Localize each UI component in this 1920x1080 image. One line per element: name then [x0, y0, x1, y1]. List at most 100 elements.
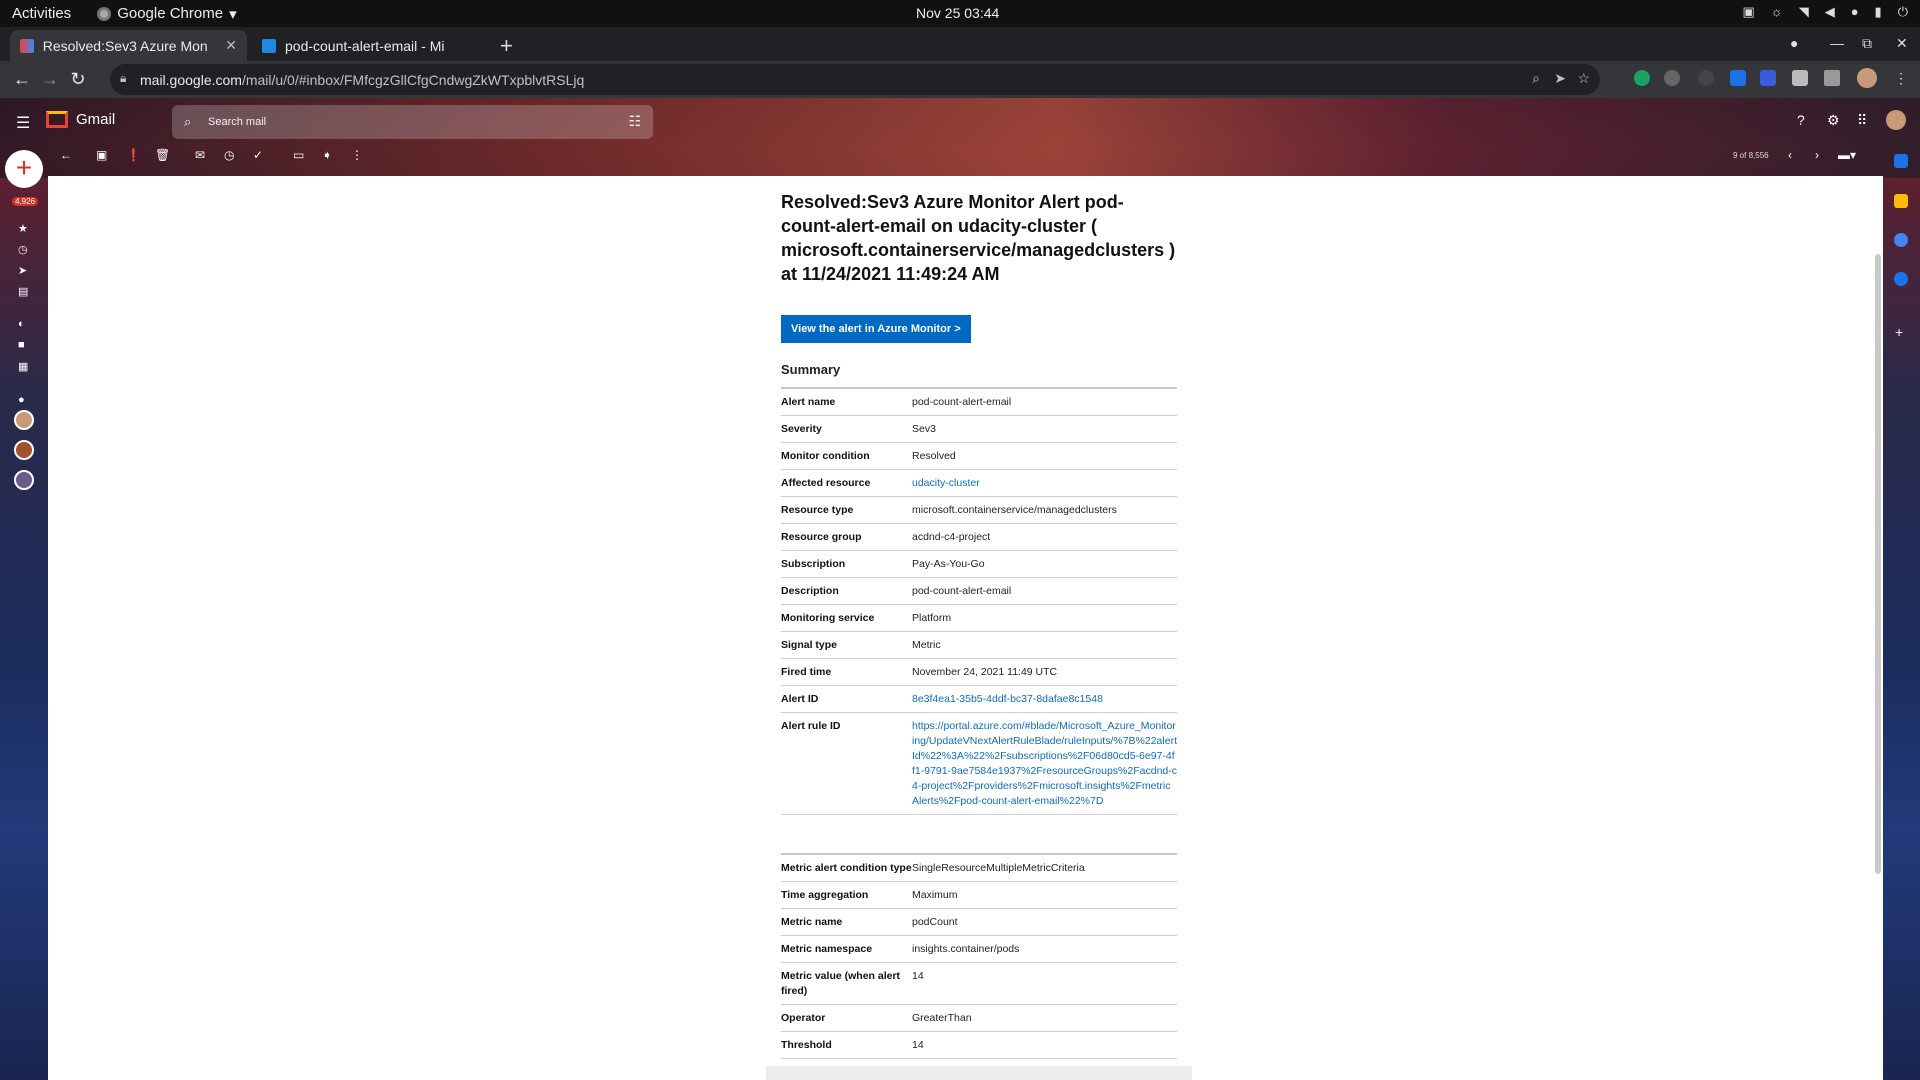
help-icon[interactable]: ? — [1797, 112, 1805, 128]
volume-icon[interactable]: ◀ — [1825, 4, 1835, 20]
gmail-logo[interactable]: Gmail — [46, 111, 115, 128]
search-options-icon[interactable]: ☷ — [628, 113, 641, 130]
field-link[interactable]: https://portal.azure.com/#blade/Microsof… — [912, 712, 1177, 815]
move-to-icon[interactable]: ▭ — [293, 148, 304, 162]
tab-gmail[interactable]: Resolved:Sev3 Azure Mon ✕ — [10, 30, 247, 61]
add-task-icon[interactable]: ✓ — [253, 148, 263, 162]
field-value: Platform — [912, 604, 1177, 632]
bookmark-star-icon[interactable]: ☆ — [1577, 70, 1590, 87]
delete-icon[interactable]: 🗑︎ — [155, 148, 170, 162]
keyboard-icon[interactable]: ▦ — [18, 360, 28, 373]
search-icon[interactable]: ⌕ — [184, 114, 191, 130]
field-label: Alert name — [781, 388, 912, 416]
close-tab-icon[interactable]: ✕ — [225, 37, 237, 54]
tab-azure[interactable]: pod-count-alert-email - Mi — [252, 30, 482, 61]
microphone-icon[interactable]: ● — [1851, 4, 1859, 20]
table-row: Resource type microsoft.containerservice/… — [781, 496, 1177, 524]
extension-icon[interactable] — [1760, 70, 1776, 86]
chat-contact-avatar[interactable] — [14, 470, 34, 490]
label-icon[interactable]: ➧ — [322, 148, 332, 162]
chat-icon[interactable]: ● — [18, 394, 25, 406]
field-link[interactable]: 8e3f4ea1-35b5-4ddf-bc37-8dafae8c1548 — [912, 685, 1177, 713]
app-menu-label: Google Chrome — [117, 5, 224, 22]
archive-icon[interactable]: ▣ — [96, 148, 107, 162]
search-input[interactable]: ⌕ Search mail ☷ — [172, 105, 653, 139]
main-menu-icon[interactable]: ☰ — [16, 113, 30, 133]
grammarly-extension-icon[interactable] — [1634, 70, 1650, 86]
back-to-inbox-icon[interactable]: ← — [60, 148, 72, 162]
profile-avatar[interactable] — [1857, 68, 1877, 88]
gmail-favicon-icon — [20, 38, 34, 53]
compose-button[interactable]: + — [5, 150, 43, 188]
starred-icon[interactable]: ★ — [18, 222, 28, 235]
meet-new-icon[interactable]: ◐ — [18, 318, 25, 330]
system-tray[interactable]: ▣ ☼ ◥ ◀ ● ▮ ⏻ — [1742, 4, 1908, 20]
clock[interactable]: Nov 25 03:44 — [916, 5, 999, 21]
calendar-icon[interactable] — [1894, 154, 1908, 168]
minimize-icon[interactable]: — — [1830, 35, 1844, 51]
field-value: insights.container/pods — [912, 935, 1177, 963]
scrollbar-thumb[interactable] — [1875, 254, 1881, 874]
back-icon[interactable]: ← — [8, 69, 36, 90]
tasks-icon[interactable] — [1894, 233, 1908, 247]
keep-icon[interactable] — [1894, 194, 1908, 208]
meet-video-icon[interactable]: ■ — [18, 339, 25, 351]
table-row: Severity Sev3 — [781, 415, 1177, 443]
zoom-icon[interactable]: ⌕ — [1532, 70, 1540, 87]
field-label: Metric namespace — [781, 935, 912, 963]
field-label: Alert ID — [781, 685, 912, 713]
wifi-icon[interactable]: ◥ — [1799, 4, 1809, 20]
brightness-icon[interactable]: ☼ — [1771, 4, 1783, 20]
field-value: Metric — [912, 631, 1177, 659]
battery-icon[interactable]: ▮ — [1875, 4, 1882, 20]
settings-gear-icon[interactable]: ⚙ — [1827, 112, 1840, 129]
table-row: Threshold 14 — [781, 1031, 1177, 1059]
close-window-icon[interactable]: ✕ — [1896, 35, 1908, 52]
activities-button[interactable]: Activities — [12, 5, 71, 22]
snoozed-icon[interactable]: ◷ — [18, 243, 28, 256]
reading-list-icon[interactable] — [1824, 70, 1840, 86]
reload-icon[interactable]: ↻ — [64, 69, 92, 90]
extension-icon[interactable] — [1664, 70, 1680, 86]
metric-table: Metric alert condition type SingleResourc… — [781, 853, 1177, 1059]
field-link[interactable]: udacity-cluster — [912, 469, 1177, 497]
email-body: Resolved:Sev3 Azure Monitor Alert pod-co… — [781, 190, 1177, 1059]
extension-icon[interactable] — [1698, 70, 1714, 86]
screen-icon[interactable]: ▣ — [1742, 4, 1754, 20]
address-bar[interactable]: 🔒︎ mail.google.com/mail/u/0/#inbox/FMfcg… — [110, 64, 1600, 95]
restore-icon[interactable]: ⧉ — [1862, 35, 1872, 52]
snooze-icon[interactable]: ◷ — [224, 148, 234, 162]
puzzle-icon[interactable] — [1792, 70, 1808, 86]
view-alert-button[interactable]: View the alert in Azure Monitor > — [781, 315, 971, 343]
new-tab-icon[interactable]: + — [500, 33, 513, 59]
apps-grid-icon[interactable]: ⠿ — [1857, 112, 1867, 129]
extension-icon[interactable] — [1730, 70, 1746, 86]
older-icon[interactable]: › — [1815, 148, 1819, 162]
add-ons-icon[interactable]: + — [1895, 324, 1909, 340]
field-label: Severity — [781, 415, 912, 443]
sent-icon[interactable]: ➤ — [18, 264, 27, 277]
power-icon[interactable]: ⏻ — [1898, 4, 1908, 20]
forward-icon[interactable]: → — [36, 69, 64, 90]
profile-dot-icon[interactable]: ● — [1790, 35, 1798, 51]
report-spam-icon[interactable]: ❗ — [126, 148, 141, 162]
chat-contact-avatar[interactable] — [14, 440, 34, 460]
lock-icon[interactable]: 🔒︎ — [120, 71, 126, 86]
unread-count-badge: 4,926 — [12, 197, 39, 206]
chat-contact-avatar[interactable] — [14, 410, 34, 430]
account-avatar[interactable] — [1886, 110, 1906, 130]
contacts-icon[interactable] — [1894, 272, 1908, 286]
more-options-icon[interactable]: ⋮ — [351, 148, 363, 162]
scrollbar[interactable] — [1873, 176, 1883, 1080]
mark-unread-icon[interactable]: ✉ — [195, 148, 205, 162]
summary-table: Alert name pod-count-alert-email Severity S… — [781, 387, 1177, 815]
send-icon[interactable]: ➤ — [1554, 70, 1566, 87]
input-tools-icon[interactable]: ▬▾ — [1838, 148, 1856, 162]
field-label: Affected resource — [781, 469, 912, 497]
drafts-icon[interactable]: ▤ — [18, 285, 28, 298]
newer-icon[interactable]: ‹ — [1788, 148, 1792, 162]
tab-title: pod-count-alert-email - Mi — [285, 37, 445, 54]
app-menu[interactable]: Google Chrome ▾ — [97, 5, 237, 23]
hide-side-panel-icon[interactable]: › — [1897, 1052, 1911, 1066]
chrome-menu-icon[interactable]: ⋮ — [1894, 70, 1910, 86]
